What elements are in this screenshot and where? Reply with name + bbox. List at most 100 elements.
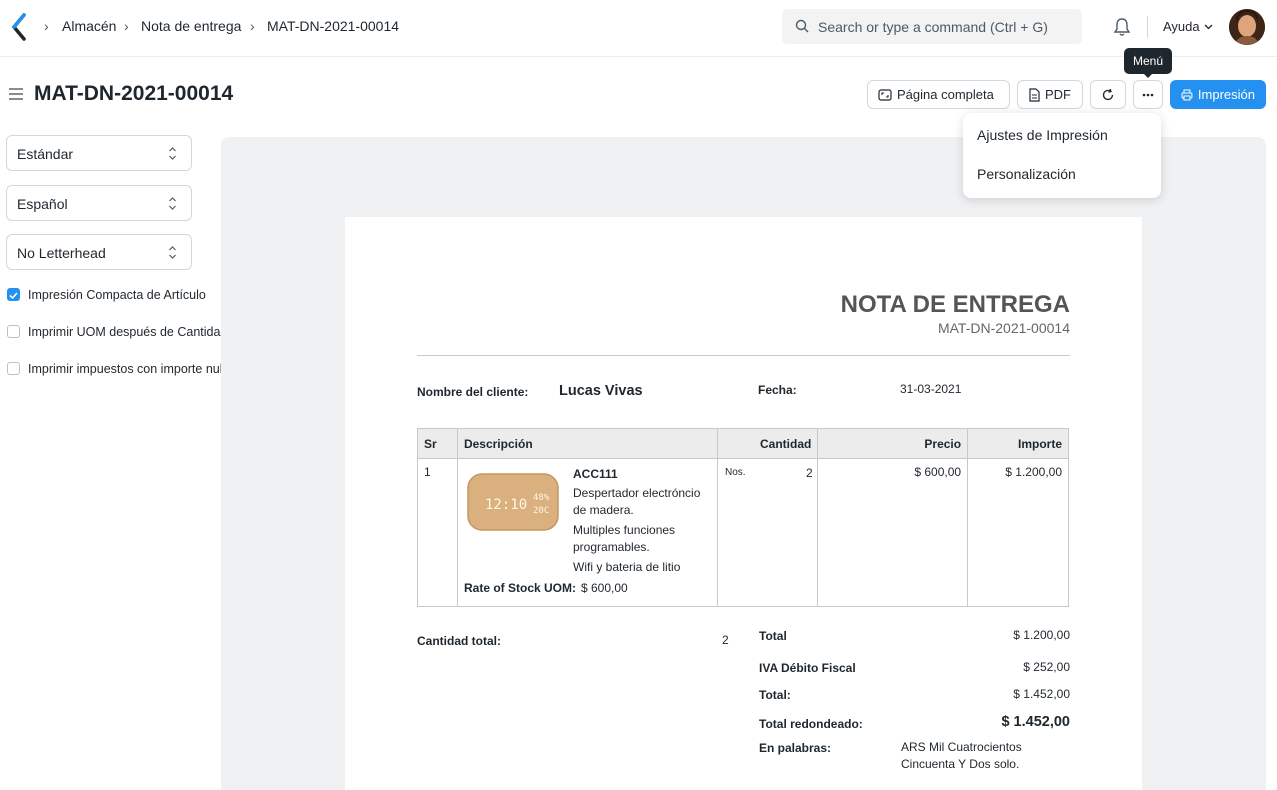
item-desc-line: Wifi y bateria de litio xyxy=(573,560,681,574)
select-caret-icon xyxy=(169,197,176,210)
item-price: $ 600,00 xyxy=(817,458,969,607)
more-icon xyxy=(1142,93,1154,96)
document-divider xyxy=(417,355,1070,356)
menu-item-customize[interactable]: Personalización xyxy=(977,166,1076,182)
breadcrumb-nota-de-entrega[interactable]: Nota de entrega xyxy=(141,18,241,34)
rate-stock-uom-value: $ 600,00 xyxy=(581,581,628,595)
in-words-line: ARS Mil Cuatrocientos xyxy=(901,740,1022,754)
print-button[interactable]: Impresión xyxy=(1170,80,1266,109)
chevron-right-icon: › xyxy=(250,18,255,34)
customer-label: Nombre del cliente: xyxy=(417,385,529,399)
item-desc-line: Despertador electróncio xyxy=(573,486,701,500)
total-qty-label: Cantidad total: xyxy=(417,634,501,648)
uom-after-qty-checkbox[interactable] xyxy=(7,325,20,338)
language-value: Español xyxy=(17,196,68,212)
letterhead-select[interactable]: No Letterhead xyxy=(6,234,192,270)
zero-tax-label: Imprimir impuestos con importe nulo xyxy=(28,362,221,376)
search-placeholder: Search or type a command (Ctrl + G) xyxy=(818,19,1048,35)
table-header-row: Sr Descripción Cantidad Precio Importe xyxy=(417,428,1069,459)
menu-tooltip: Menú xyxy=(1124,48,1172,74)
uom-after-qty-label: Imprimir UOM después de Cantidad xyxy=(28,325,221,339)
avatar-image xyxy=(1229,9,1265,45)
clock-time: 12:10 xyxy=(485,497,527,513)
avatar[interactable] xyxy=(1229,9,1265,45)
uom-after-qty-option[interactable]: Imprimir UOM después de Cantidad xyxy=(6,324,221,340)
zero-tax-option[interactable]: Imprimir impuestos con importe nulo xyxy=(6,361,221,377)
date-label: Fecha: xyxy=(758,383,797,397)
document-number: MAT-DN-2021-00014 xyxy=(937,320,1070,336)
print-format-select[interactable]: Estándar xyxy=(6,135,192,171)
print-label: Impresión xyxy=(1197,87,1255,102)
print-format-value: Estándar xyxy=(17,146,74,162)
col-importe: Importe xyxy=(967,428,1069,459)
col-sr: Sr xyxy=(417,428,458,459)
rounded-total-label: Total redondeado: xyxy=(759,717,863,731)
print-document: NOTA DE ENTREGA MAT-DN-2021-00014 Nombre… xyxy=(345,217,1142,790)
document-heading: NOTA DE ENTREGA xyxy=(840,291,1070,318)
menu-item-print-settings[interactable]: Ajustes de Impresión xyxy=(977,127,1108,143)
grand-total-value: $ 1.452,00 xyxy=(1013,687,1070,701)
item-qty: 2 xyxy=(806,466,813,480)
pdf-label: PDF xyxy=(1045,87,1071,102)
compact-item-print-option[interactable]: Impresión Compacta de Artículo xyxy=(6,287,221,303)
item-qty-cell xyxy=(717,458,819,607)
clock-humidity: 48% xyxy=(533,493,550,503)
item-sr: 1 xyxy=(417,458,458,607)
zero-tax-checkbox[interactable] xyxy=(7,362,20,375)
clock-illustration: 12:10 48% 20C xyxy=(465,464,561,540)
customer-name: Lucas Vivas xyxy=(559,383,643,399)
tax-label: IVA Débito Fiscal xyxy=(759,661,856,675)
letterhead-value: No Letterhead xyxy=(17,245,106,261)
compact-item-print-label: Impresión Compacta de Artículo xyxy=(28,288,206,302)
date-value: 31-03-2021 xyxy=(900,382,962,396)
rate-stock-uom-label: Rate of Stock UOM: xyxy=(464,581,577,595)
full-page-button[interactable]: Página completa xyxy=(867,80,1010,109)
rounded-total-value: $ 1.452,00 xyxy=(1001,714,1070,730)
more-actions-menu: Ajustes de Impresión Personalización xyxy=(963,113,1161,198)
printer-icon xyxy=(1181,89,1193,100)
col-descripcion: Descripción xyxy=(456,428,719,459)
item-desc-line: de madera. xyxy=(573,503,634,517)
total-qty-value: 2 xyxy=(722,633,729,647)
item-image: 12:10 48% 20C xyxy=(465,464,561,540)
language-select[interactable]: Español xyxy=(6,185,192,221)
search-input[interactable]: Search or type a command (Ctrl + G) xyxy=(782,9,1082,44)
in-words-label: En palabras: xyxy=(759,741,832,755)
item-uom: Nos. xyxy=(725,467,746,478)
navbar: › Almacén › Nota de entrega › MAT-DN-202… xyxy=(0,0,1277,57)
search-icon xyxy=(795,19,809,33)
refresh-button[interactable] xyxy=(1090,80,1126,109)
expand-icon xyxy=(878,88,892,101)
more-actions-button[interactable] xyxy=(1133,80,1163,109)
refresh-icon xyxy=(1102,88,1114,100)
col-precio: Precio xyxy=(817,428,969,459)
bell-icon[interactable] xyxy=(1113,17,1131,37)
check-icon xyxy=(9,292,18,300)
tax-value: $ 252,00 xyxy=(1023,660,1070,674)
col-cantidad: Cantidad xyxy=(717,428,819,459)
chevron-right-icon: › xyxy=(124,18,129,34)
item-amount: $ 1.200,00 xyxy=(967,458,1069,607)
chevron-down-icon[interactable] xyxy=(1204,22,1213,31)
pdf-button[interactable]: PDF xyxy=(1017,80,1083,109)
chevron-right-icon: › xyxy=(44,18,49,34)
in-words-line: Cincuenta Y Dos solo. xyxy=(901,757,1020,771)
file-icon xyxy=(1029,87,1040,102)
select-caret-icon xyxy=(169,246,176,259)
item-desc-line: programables. xyxy=(573,540,650,554)
grand-total-label: Total: xyxy=(759,688,791,702)
sidebar-toggle-icon[interactable] xyxy=(8,87,24,101)
select-caret-icon xyxy=(169,147,176,160)
clock-temperature: 20C xyxy=(533,506,549,516)
breadcrumb-almacen[interactable]: Almacén xyxy=(62,18,116,34)
total-value: $ 1.200,00 xyxy=(1013,628,1070,642)
tooltip-arrow xyxy=(1143,73,1153,78)
nav-divider xyxy=(1147,16,1148,38)
total-label: Total xyxy=(759,629,787,643)
app-logo-icon[interactable] xyxy=(10,13,28,41)
help-menu[interactable]: Ayuda xyxy=(1163,19,1200,34)
compact-item-print-checkbox[interactable] xyxy=(7,288,20,301)
breadcrumb-document[interactable]: MAT-DN-2021-00014 xyxy=(267,18,399,34)
item-desc-line: Multiples funciones xyxy=(573,523,676,537)
full-page-label: Página completa xyxy=(897,87,994,102)
